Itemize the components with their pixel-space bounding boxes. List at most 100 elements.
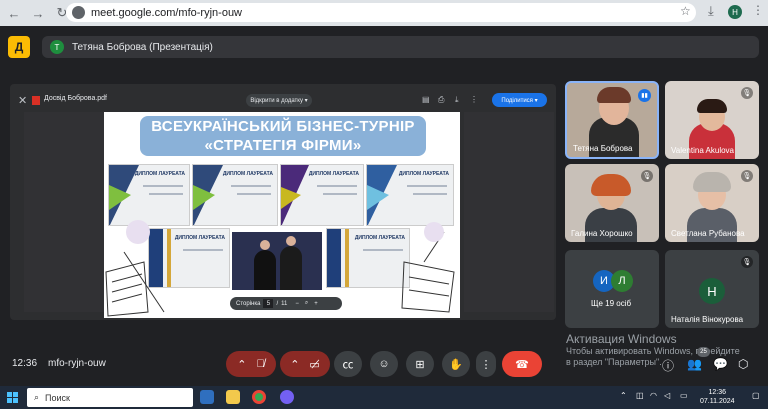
notification-icon[interactable]: ▢ xyxy=(752,391,760,400)
more-participants-tile[interactable]: И Л Ще 19 осіб xyxy=(565,250,659,328)
download-icon[interactable]: ⤓ xyxy=(455,95,459,105)
meeting-time: 12:36 xyxy=(12,358,38,369)
chevron-up-icon[interactable]: ⌃ xyxy=(290,358,299,371)
participant-avatar: Н xyxy=(699,278,725,304)
present-screen-icon: ⊞ xyxy=(415,358,425,371)
captions-icon: ㏄ xyxy=(342,359,354,371)
emoji-icon: ☺ xyxy=(378,358,390,370)
taskbar-date: 07.11.2024 xyxy=(700,398,735,405)
zoom-in-icon[interactable]: + xyxy=(314,301,318,307)
back-icon[interactable]: ← xyxy=(4,3,24,23)
people-icon[interactable]: 👥 xyxy=(687,357,702,371)
print-icon[interactable]: ⎙ xyxy=(438,95,444,105)
participant-tile[interactable]: 🎙 Галина Хорошко xyxy=(565,164,659,242)
browser-toolbar: ← → ↻ meet.google.com/mfo-ryjn-ouw ☆ ⤓ H… xyxy=(0,0,768,26)
more-icon[interactable]: ⋮ xyxy=(470,95,478,104)
viber-app-icon[interactable] xyxy=(280,390,294,404)
participant-tile[interactable]: ▮▮ Тетяна Боброва xyxy=(565,81,659,159)
presentation-slide: ВСЕУКРАЇНСЬКИЙ БІЗНЕС-ТУРНІР «СТРАТЕГІЯ … xyxy=(104,112,460,318)
windows-start-icon[interactable] xyxy=(7,392,18,403)
chat-icon[interactable]: 💬 xyxy=(713,357,728,371)
edge-app-icon[interactable] xyxy=(200,390,214,404)
activities-icon[interactable]: ⬡ xyxy=(738,357,748,371)
search-icon: ⌕ xyxy=(34,392,40,402)
taskbar-time: 12:36 xyxy=(708,389,727,396)
zoom-out-icon[interactable]: − xyxy=(295,301,299,307)
camera-control: ⌃ ▭̸ xyxy=(280,351,330,377)
presenter-avatar: T xyxy=(50,40,64,54)
pdf-file-icon xyxy=(32,96,40,105)
page-label: Сторінка xyxy=(236,300,261,307)
page-navigator: Сторінка 5 / 11 − ⌕ + xyxy=(230,297,342,310)
mic-off-icon[interactable]: 🎙̸ xyxy=(256,358,264,370)
info-icon[interactable]: ⓘ xyxy=(662,357,674,374)
participant-tile[interactable]: Н 🎙 Наталія Вінокурова xyxy=(665,250,759,328)
browser-menu-icon[interactable]: ⋮ xyxy=(752,3,764,17)
more-vert-icon: ⋮ xyxy=(480,358,492,371)
presenter-label: Тетяна Боброва (Презентація) xyxy=(72,41,213,53)
blurred-panel xyxy=(464,112,554,312)
captions-button[interactable]: ㏄ xyxy=(334,351,362,377)
download-icon[interactable]: ⤓ xyxy=(708,3,714,19)
participant-name: Галина Хорошко xyxy=(571,229,633,238)
participant-tile[interactable]: 🎙 Valentina Akulova xyxy=(665,81,759,159)
share-button[interactable]: Поділитися ▾ xyxy=(492,93,547,107)
address-bar[interactable]: meet.google.com/mfo-ryjn-ouw xyxy=(66,3,696,22)
participant-name: Valentina Akulova xyxy=(671,146,735,155)
close-icon[interactable]: ✕ xyxy=(18,94,27,107)
network-icon[interactable]: ◫ xyxy=(636,391,644,400)
taskbar-search-label: Поиск xyxy=(45,392,70,403)
bookmark-star-icon[interactable]: ☆ xyxy=(680,4,691,18)
person-hair xyxy=(693,172,731,192)
chevron-up-icon[interactable]: ⌃ xyxy=(237,358,246,371)
reactions-button[interactable]: ☺ xyxy=(370,351,398,377)
chrome-app-icon[interactable] xyxy=(252,390,266,404)
camera-off-icon[interactable]: ▭̸ xyxy=(309,358,319,371)
pdf-file-name: Досвід Боброва.pdf xyxy=(44,95,108,102)
url-text: meet.google.com/mfo-ryjn-ouw xyxy=(91,6,243,19)
present-button[interactable]: ⊞ xyxy=(406,351,434,377)
person-hair xyxy=(597,87,631,103)
site-info-icon[interactable] xyxy=(72,6,85,19)
taskbar-clock[interactable]: 12:36 07.11.2024 xyxy=(700,388,735,406)
battery-icon[interactable]: ▭ xyxy=(680,391,688,400)
participant-count-badge: 25 xyxy=(697,347,710,357)
person-hair xyxy=(591,174,631,196)
page-total: 11 xyxy=(281,300,288,307)
hand-icon: ✋ xyxy=(449,358,463,371)
participant-name: Наталія Вінокурова xyxy=(671,315,744,324)
volume-icon[interactable]: ◁ xyxy=(664,391,670,400)
taskbar-search[interactable]: ⌕ Поиск xyxy=(27,388,193,407)
more-options-button[interactable]: ⋮ xyxy=(476,351,496,377)
end-call-button[interactable]: ☎ xyxy=(502,351,542,377)
profile-avatar[interactable]: H xyxy=(728,5,742,19)
tray-chevron-icon[interactable]: ⌃ xyxy=(620,391,627,400)
pdf-viewer-toolbar: ✕ Досвід Боброва.pdf Відкрити в додатку … xyxy=(10,92,556,110)
open-with-button[interactable]: Відкрити в додатку ▾ xyxy=(246,94,312,107)
mic-off-icon: 🎙 xyxy=(741,87,753,99)
raise-hand-button[interactable]: ✋ xyxy=(442,351,470,377)
speaking-indicator-icon: ▮▮ xyxy=(638,89,651,102)
participant-name: Тетяна Боброва xyxy=(573,144,633,153)
activation-watermark-title: Активация Windows xyxy=(566,332,677,346)
sketch-decoration xyxy=(105,220,455,317)
blurred-sidebar xyxy=(24,112,104,312)
meeting-code: mfo-ryjn-ouw xyxy=(48,358,106,369)
participant-tile[interactable]: 🎙 Светлана Рубанова xyxy=(665,164,759,242)
file-explorer-icon[interactable] xyxy=(226,390,240,404)
participant-name: Светлана Рубанова xyxy=(671,229,745,238)
mic-off-icon: 🎙 xyxy=(641,170,653,182)
mic-off-icon: 🎙 xyxy=(741,170,753,182)
zoom-icon[interactable]: ⌕ xyxy=(305,300,308,307)
more-participants-label: Ще 19 осіб xyxy=(591,299,632,308)
person-hair xyxy=(697,99,727,113)
mic-off-icon: 🎙 xyxy=(741,256,753,268)
comment-icon[interactable]: ▤ xyxy=(422,95,430,104)
forward-icon[interactable]: → xyxy=(28,3,48,23)
wifi-icon[interactable]: ◠ xyxy=(650,391,657,400)
page-input[interactable]: 5 xyxy=(263,299,274,308)
participant-avatar: Л xyxy=(611,270,633,292)
phone-hangup-icon: ☎ xyxy=(515,358,529,371)
microphone-control: ⌃ 🎙̸ xyxy=(226,351,276,377)
meet-logo: Д xyxy=(8,36,30,58)
